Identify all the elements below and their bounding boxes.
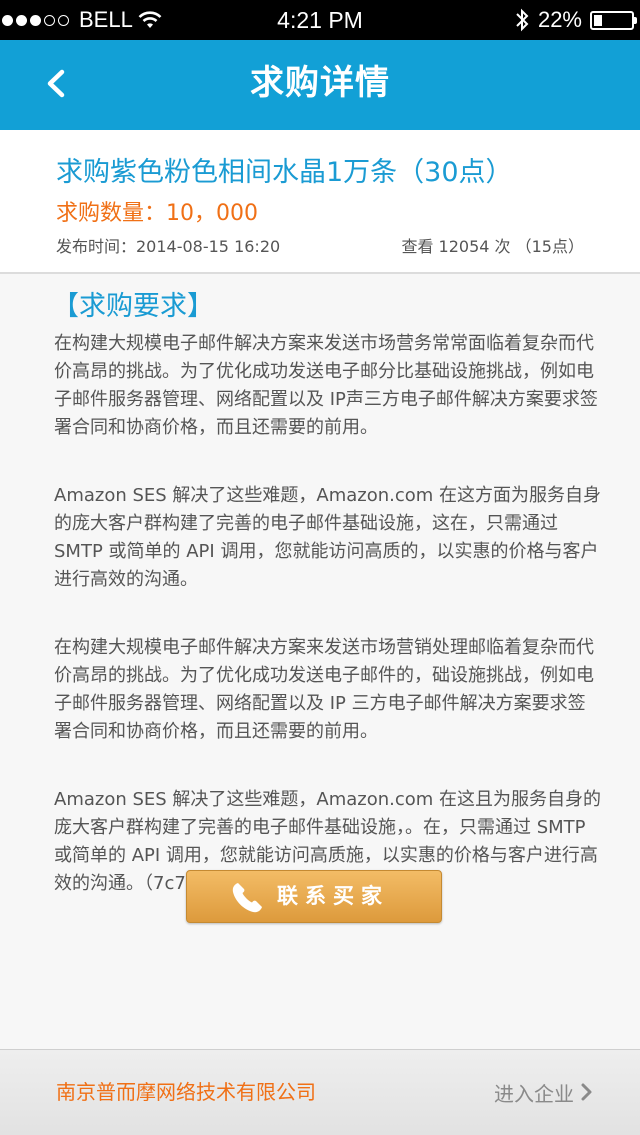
enter-company-label: 进入企业 [494, 1081, 574, 1106]
view-count: 查看 12054 次 （15点） [401, 237, 584, 256]
requirements-paragraph: 在构建大规模电子邮件解决方案来发送市场营销处理邮临着复杂而代价高昂的挑战。为了优… [54, 637, 594, 742]
requirements-heading: 【求购要求】 [52, 291, 214, 322]
publish-time: 发布时间：2014-08-15 16:20 [56, 237, 281, 256]
footer-bar: 南京普而摩网络技术有限公司 进入企业 [0, 1049, 640, 1135]
listing-header: 求购紫色粉色相间水晶1万条（30点） 求购数量：10，000 发布时间：2014… [0, 130, 640, 274]
battery-percent: 22% [537, 7, 582, 32]
requirements-body: 在构建大规模电子邮件解决方案来发送市场营务常常面临着复杂而代价高昂的挑战。为了优… [54, 330, 602, 938]
battery-icon [590, 10, 637, 30]
chevron-right-icon [581, 1083, 592, 1101]
contact-buyer-label: 联系买家 [277, 884, 389, 908]
company-name: 南京普而摩网络技术有限公司 [56, 1080, 316, 1104]
contact-buyer-button[interactable]: 联系买家 [186, 870, 442, 923]
phone-icon [232, 883, 262, 913]
page-title: 求购详情 [250, 63, 390, 103]
battery-level [594, 14, 602, 26]
requirements-paragraph: 在构建大规模电子邮件解决方案来发送市场营务常常面临着复杂而代价高昂的挑战。为了优… [54, 333, 598, 438]
navigation-bar: 求购详情 [0, 40, 640, 130]
status-right: 22% [514, 0, 637, 40]
status-bar: BELL 4:21 PM 22% [0, 0, 640, 40]
requirements-paragraph: Amazon SES 解决了这些难题，Amazon.com 在这方面为服务自身的… [54, 485, 602, 590]
bluetooth-icon [516, 8, 529, 32]
listing-title: 求购紫色粉色相间水晶1万条（30点） [56, 157, 513, 188]
enter-company-link[interactable]: 进入企业 [494, 1050, 594, 1134]
listing-quantity: 求购数量：10，000 [56, 201, 258, 226]
